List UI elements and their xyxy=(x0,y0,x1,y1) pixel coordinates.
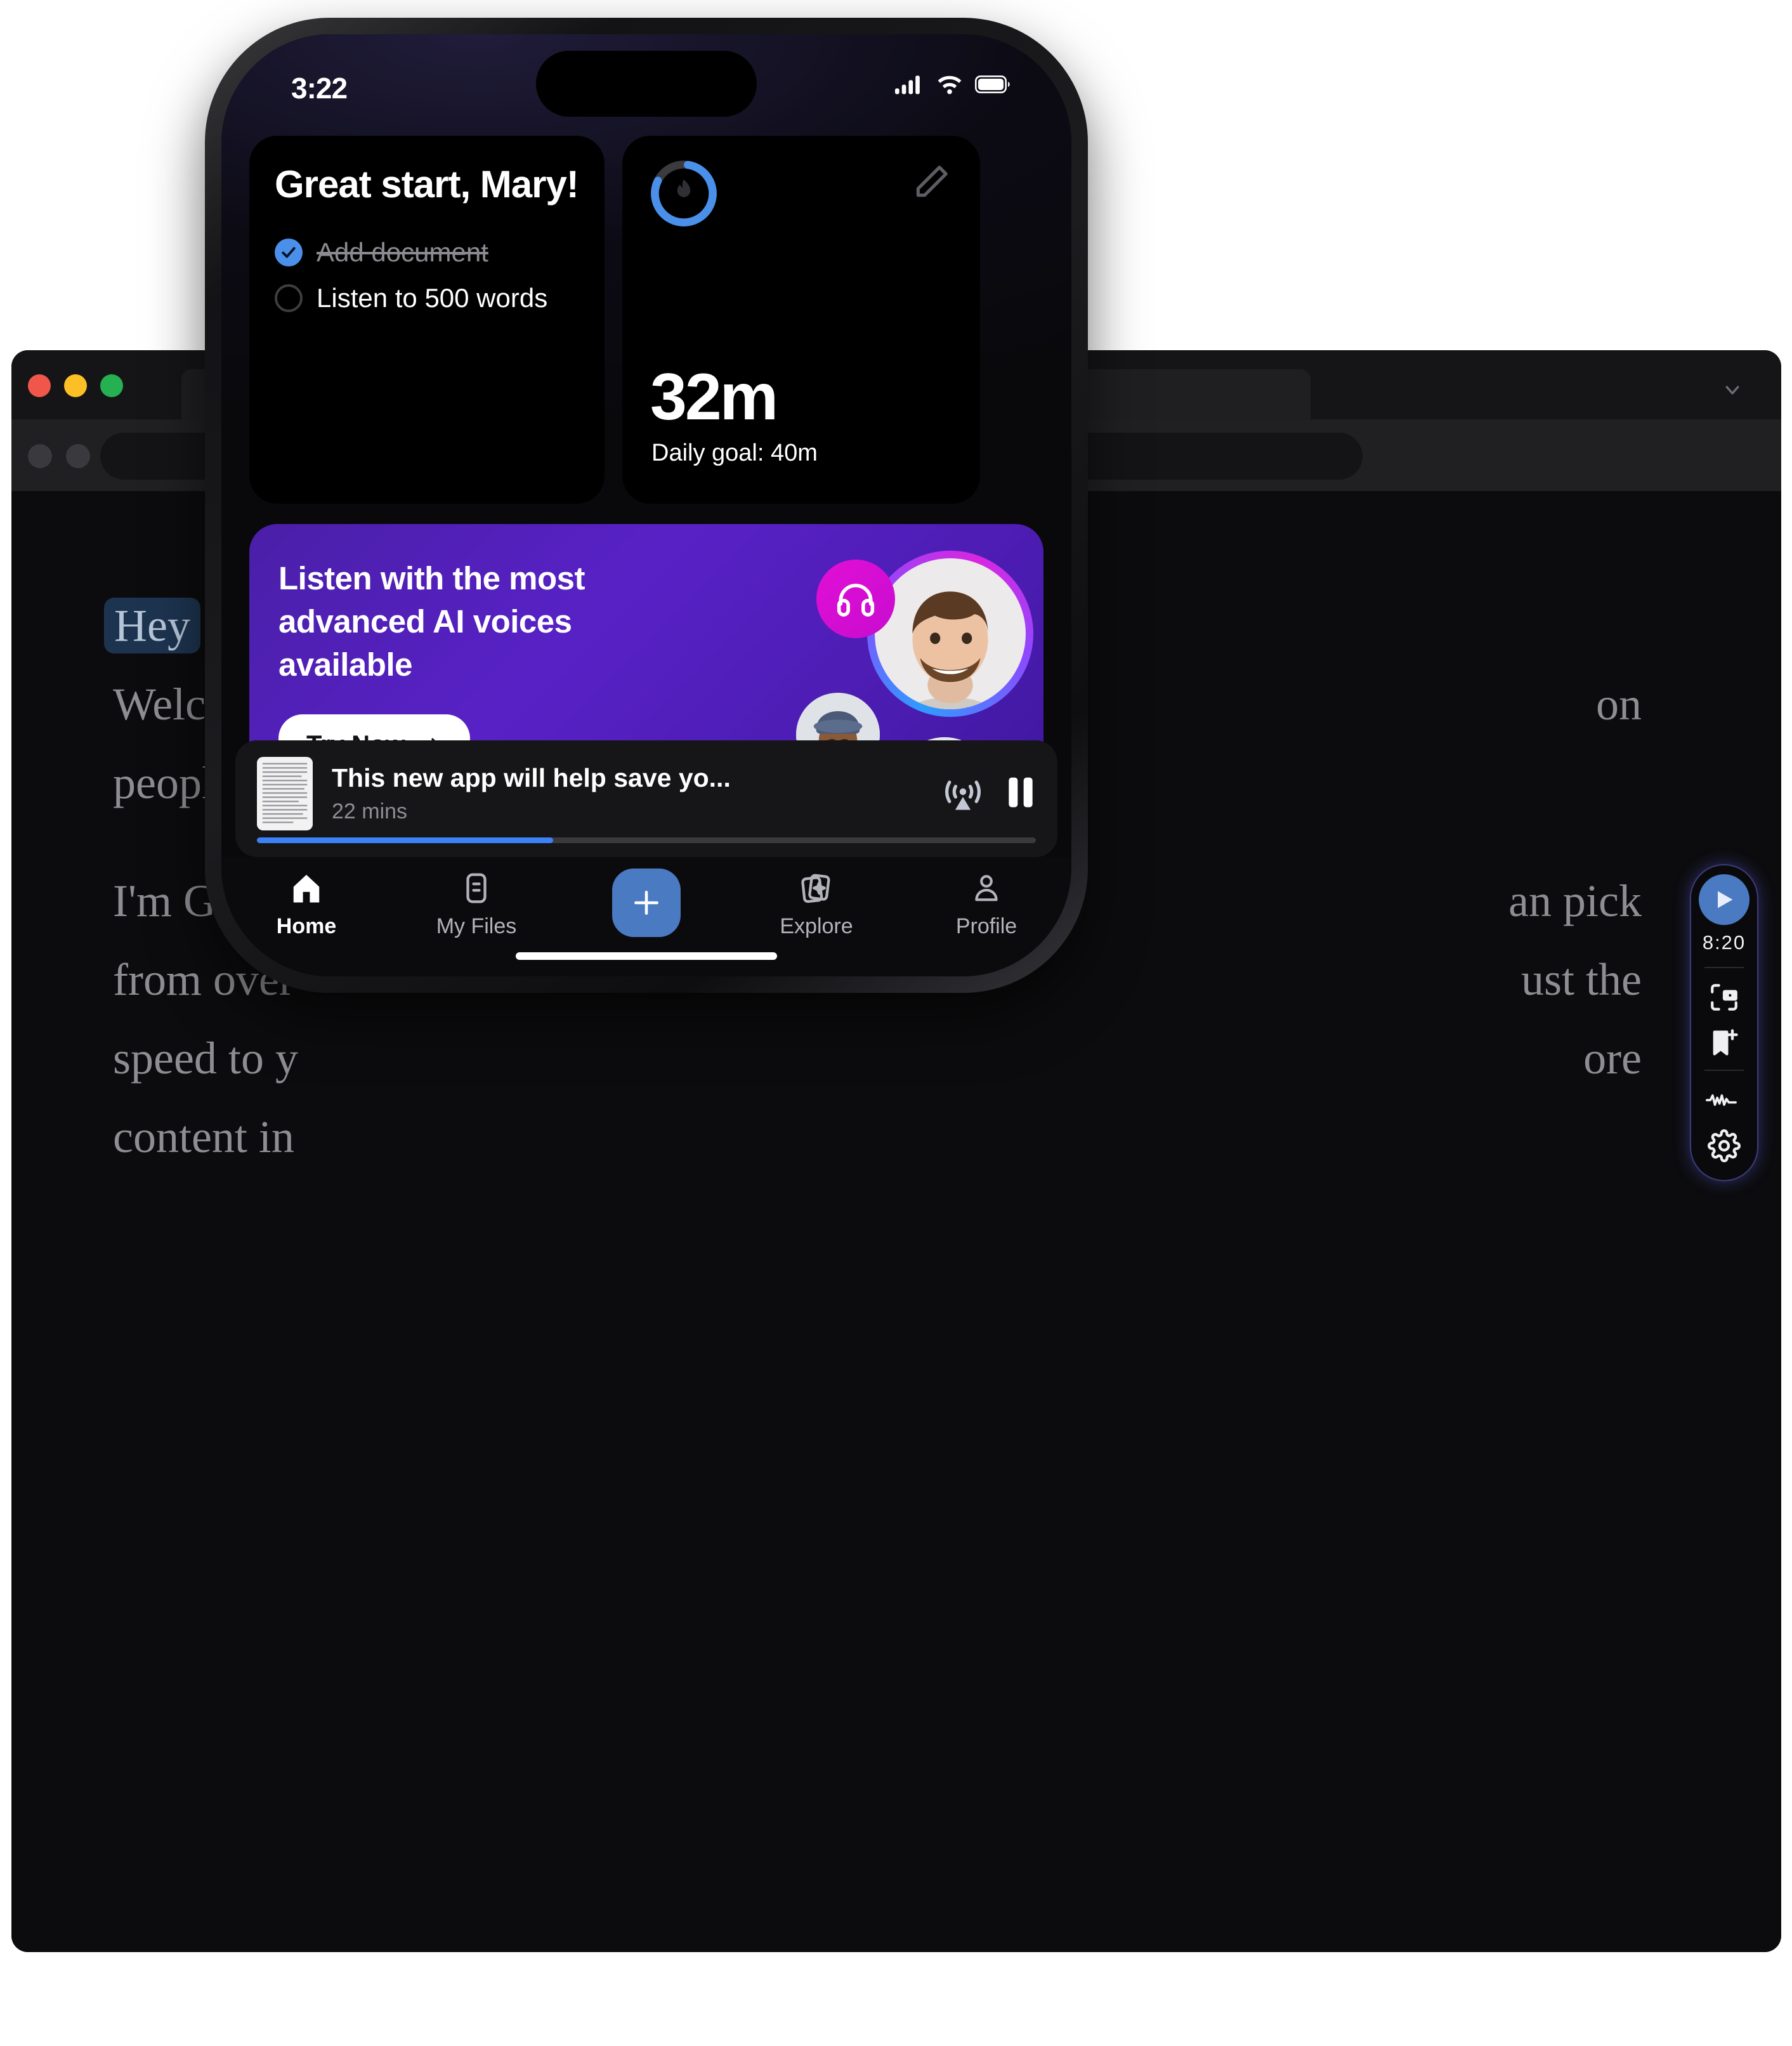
mini-player-row: This new app will help save yo... 22 min… xyxy=(257,757,1036,830)
divider xyxy=(1704,967,1744,968)
dynamic-island xyxy=(536,51,757,117)
doc-right-3: ust the xyxy=(1521,954,1642,1005)
status-bar: 3:22 xyxy=(221,34,1071,136)
bookmark-add-button[interactable] xyxy=(1700,1020,1748,1066)
close-window-button[interactable] xyxy=(28,374,51,397)
streak-progress-ring xyxy=(648,157,720,230)
goals-list: Add document Listen to 500 words xyxy=(275,236,579,315)
play-button[interactable] xyxy=(1699,874,1749,925)
file-icon xyxy=(466,873,487,903)
waveform-icon xyxy=(1706,1094,1737,1106)
floating-player-toolbar[interactable]: 8:20 xyxy=(1690,864,1758,1181)
scan-camera-icon xyxy=(1711,984,1737,1011)
featured-avatar-ring xyxy=(867,551,1033,717)
app-root: 3:22 Great start, Mary! Add document Lis… xyxy=(221,34,1071,976)
goal-item-label: Add document xyxy=(317,237,488,267)
doc-right-2: an pick xyxy=(1508,875,1642,926)
gear-icon xyxy=(1708,1129,1741,1162)
doc-line-6: speed to y xyxy=(113,1033,298,1084)
tab-label: Explore xyxy=(780,914,853,938)
traffic-lights[interactable] xyxy=(28,374,123,397)
highlighted-word: Hey xyxy=(104,598,200,653)
toolbar-nav-forward-button[interactable] xyxy=(66,444,90,468)
status-bar-indicators xyxy=(895,74,1010,95)
mini-player-texts: This new app will help save yo... 22 min… xyxy=(332,763,923,824)
phone-screen: 3:22 Great start, Mary! Add document Lis… xyxy=(221,34,1071,976)
goal-item-label: Listen to 500 words xyxy=(317,283,548,313)
top-cards-row: Great start, Mary! Add document Listen t xyxy=(221,136,1071,504)
doc-right-4: ore xyxy=(1583,1033,1642,1084)
document-page-thumbnail xyxy=(257,757,313,830)
mini-player[interactable]: This new app will help save yo... 22 min… xyxy=(235,740,1057,857)
headphones-badge xyxy=(816,560,895,638)
checkbox-checked-icon[interactable] xyxy=(275,239,303,266)
tab-profile[interactable]: Profile xyxy=(901,871,1071,939)
progress-ring-icon xyxy=(651,161,717,226)
tab-label: Profile xyxy=(955,914,1017,938)
scan-camera-button[interactable] xyxy=(1700,974,1748,1020)
mini-player-duration: 22 mins xyxy=(332,799,408,823)
listening-minutes: 32m xyxy=(650,360,778,434)
wifi-icon xyxy=(938,75,962,95)
tab-home[interactable]: Home xyxy=(221,871,391,939)
daily-goal-text: Daily goal: 40m xyxy=(651,440,818,466)
mrbeast-avatar xyxy=(875,558,1026,709)
goals-card-title: Great start, Mary! xyxy=(275,163,579,206)
tab-create[interactable] xyxy=(561,869,731,946)
tab-explore[interactable]: Explore xyxy=(731,871,901,939)
toolbar-nav-back-button[interactable] xyxy=(28,444,52,468)
tab-label: My Files xyxy=(436,914,517,938)
battery-icon xyxy=(975,75,1010,94)
daily-goal-card[interactable]: 32m Daily goal: 40m xyxy=(622,136,980,504)
chevron-down-icon[interactable] xyxy=(1718,381,1747,400)
screenshot-stage: ✕ Hey there Welcome on people wi I'm Gwy… xyxy=(0,0,1792,2046)
voice-waveform-button[interactable] xyxy=(1700,1077,1748,1123)
checkbox-empty-icon[interactable] xyxy=(275,284,303,312)
edit-goal-button[interactable] xyxy=(912,162,951,202)
status-bar-time: 3:22 xyxy=(291,72,348,105)
play-icon xyxy=(1718,891,1733,908)
bookmark-add-icon xyxy=(1713,1029,1738,1056)
home-indicator xyxy=(516,952,777,960)
signal-bars-icon xyxy=(895,75,920,95)
goal-item[interactable]: Listen to 500 words xyxy=(275,282,579,315)
pause-icon xyxy=(1009,777,1033,807)
create-fab-button[interactable] xyxy=(612,869,681,937)
playback-progress-bar[interactable] xyxy=(257,837,1036,843)
maximize-window-button[interactable] xyxy=(100,374,123,397)
airplay-button[interactable] xyxy=(942,771,984,816)
cards-sparkle-icon xyxy=(801,874,830,903)
person-icon xyxy=(975,875,998,902)
home-icon xyxy=(293,874,320,903)
divider xyxy=(1704,1070,1744,1071)
doc-right-1: on xyxy=(1596,679,1642,730)
plus-icon xyxy=(634,891,658,915)
tab-my-files[interactable]: My Files xyxy=(391,871,561,939)
player-time: 8:20 xyxy=(1702,931,1746,954)
goals-card[interactable]: Great start, Mary! Add document Listen t xyxy=(249,136,605,504)
pencil-icon xyxy=(916,166,948,197)
promo-headline: Listen with the most advanced AI voices … xyxy=(278,560,585,683)
settings-button[interactable] xyxy=(1700,1123,1748,1169)
pause-button[interactable] xyxy=(1005,775,1036,813)
airplay-icon xyxy=(945,780,981,810)
minimize-window-button[interactable] xyxy=(64,374,87,397)
mini-player-actions xyxy=(942,771,1036,816)
doc-line-7: content in xyxy=(113,1112,294,1162)
headphones-icon xyxy=(837,584,875,617)
goal-item[interactable]: Add document xyxy=(275,236,579,269)
tab-label: Home xyxy=(276,914,337,938)
mini-player-title: This new app will help save yo... xyxy=(332,763,731,792)
